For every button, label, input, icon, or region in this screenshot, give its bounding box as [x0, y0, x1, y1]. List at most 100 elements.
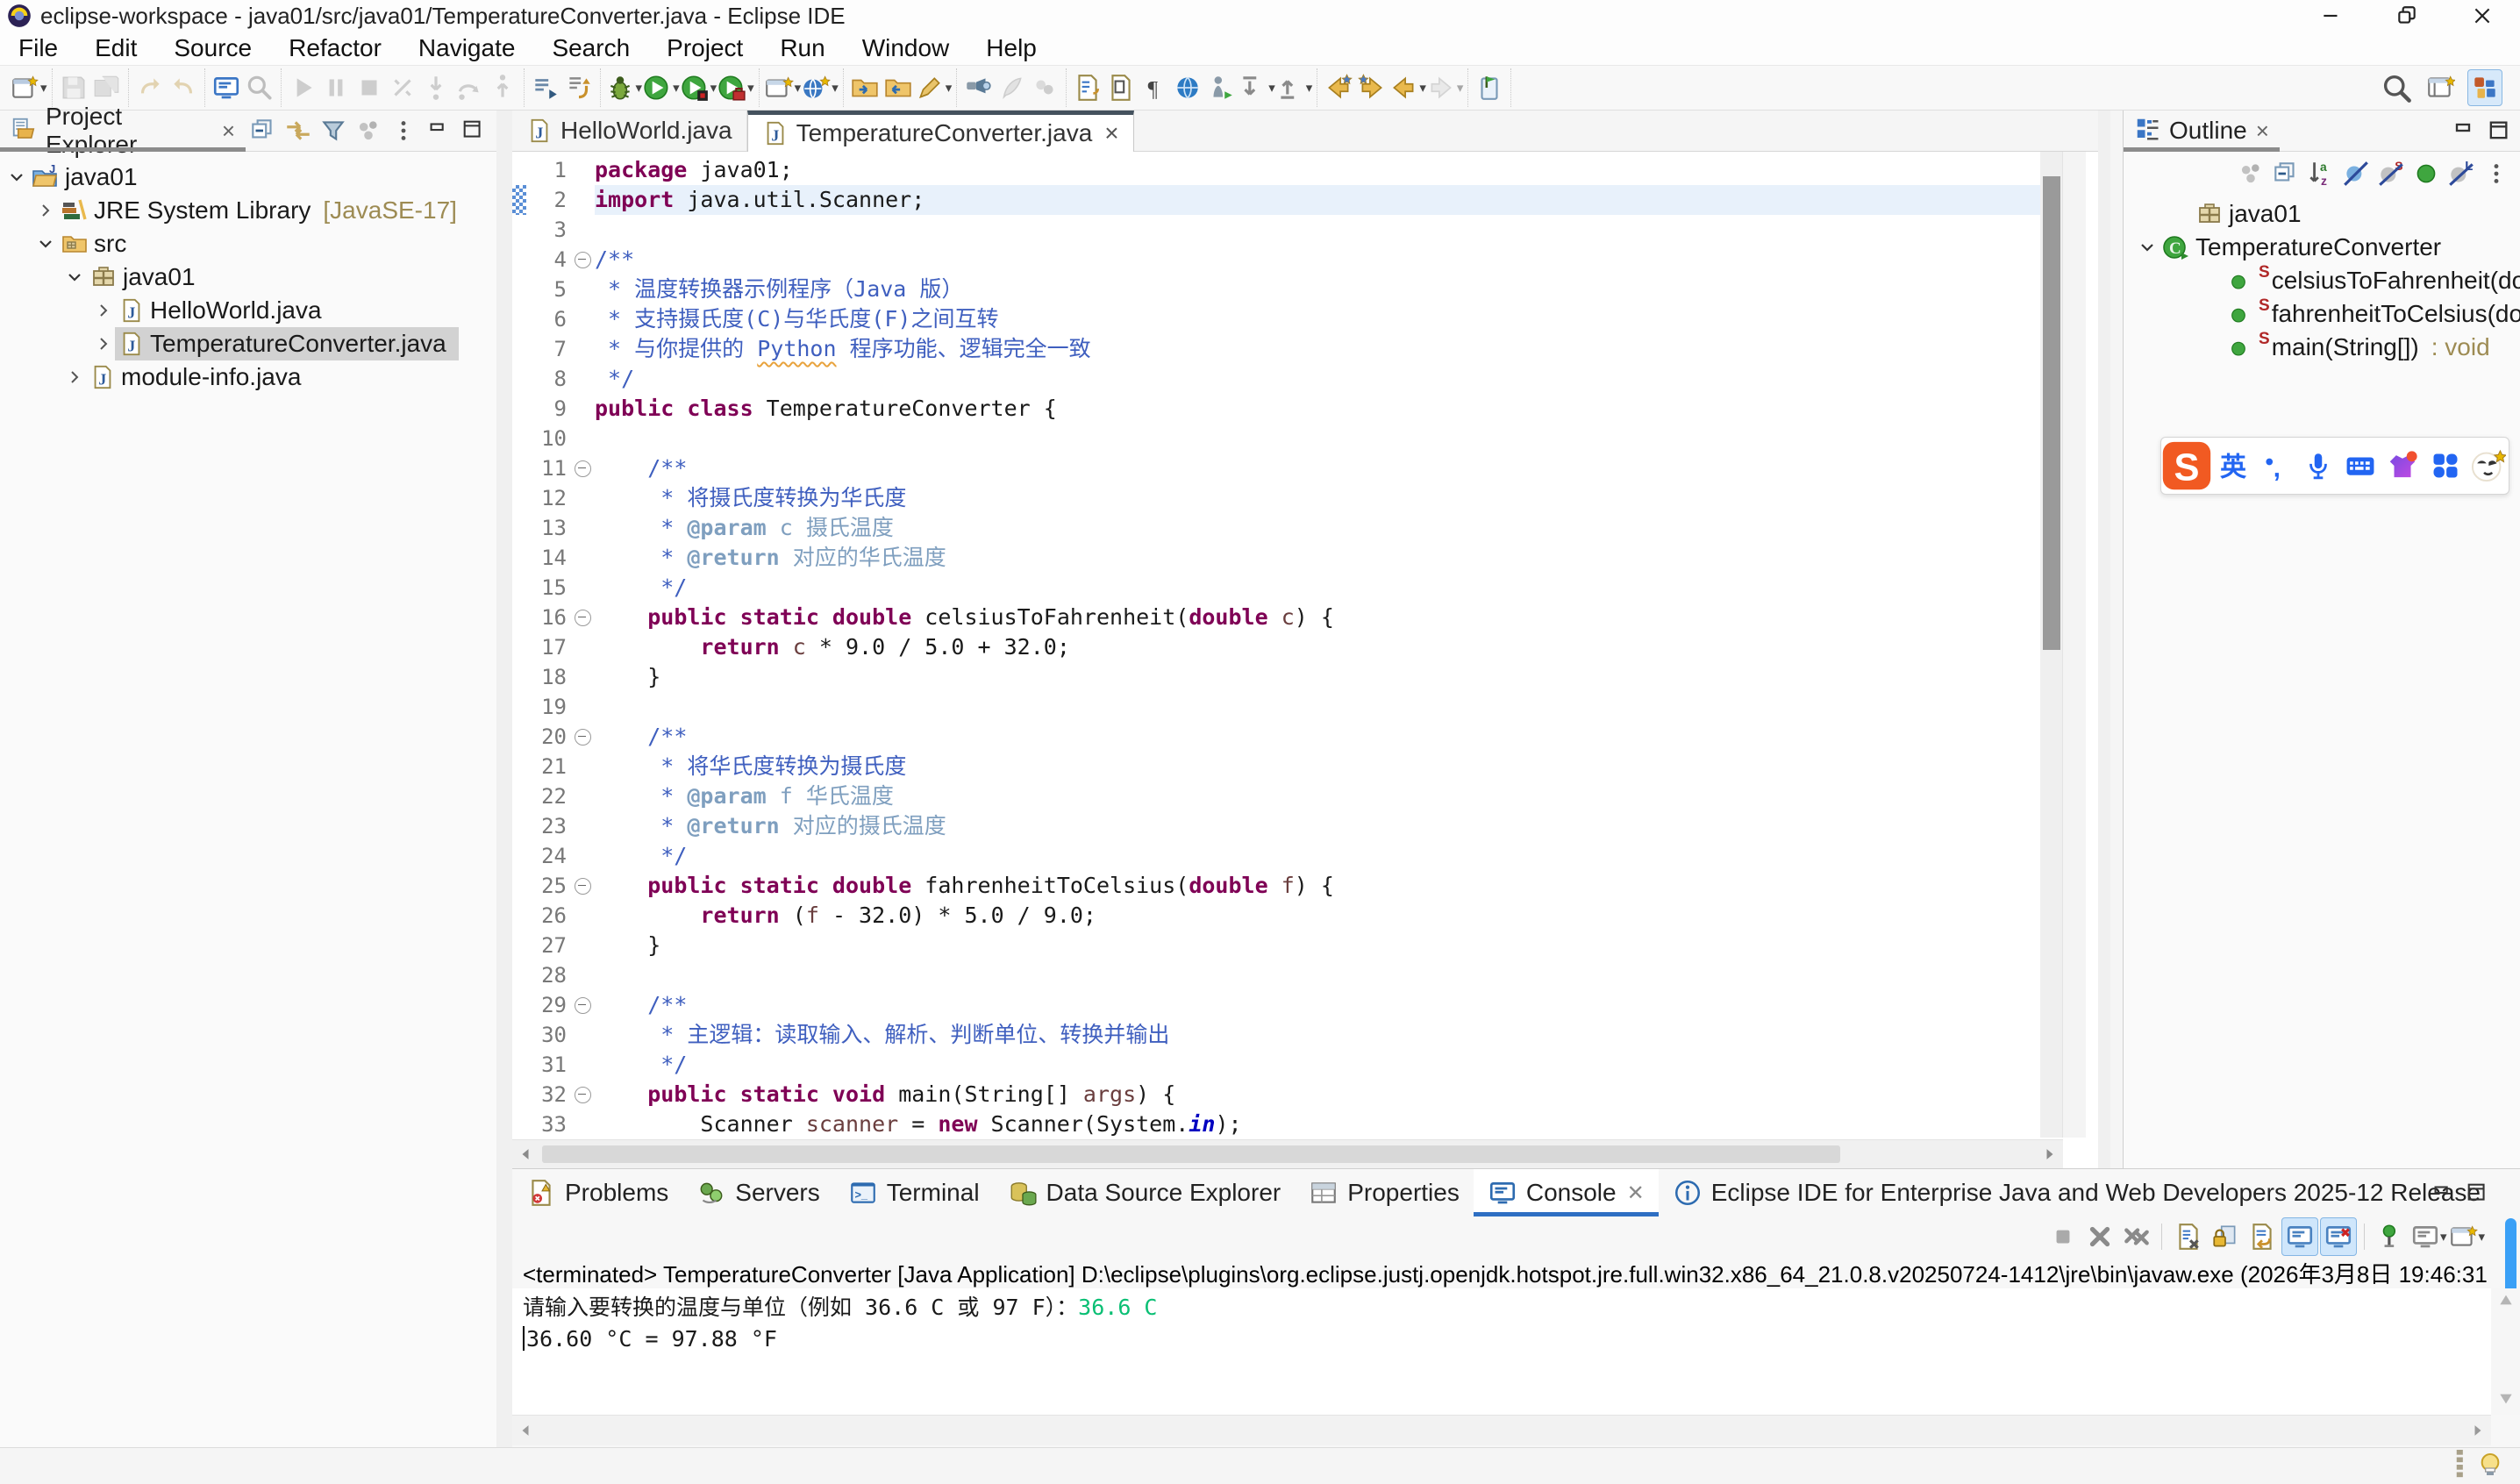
editor-tab-temperatureconverter-java[interactable]: JTemperatureConverter.java× [747, 111, 1134, 152]
info-banner[interactable]: Eclipse IDE for Enterprise Java and Web … [1659, 1169, 2495, 1216]
step-over-button[interactable] [453, 70, 486, 105]
maximize-view-icon[interactable] [2460, 1176, 2495, 1211]
maximize-view-icon[interactable] [2481, 113, 2516, 148]
chevron-right-icon[interactable] [92, 336, 115, 352]
fold-collapse-icon[interactable] [570, 453, 595, 483]
redo-button[interactable] [167, 70, 200, 105]
punctuation-icon[interactable]: , [2254, 450, 2296, 482]
tab-project-explorer[interactable]: Project Explorer × [0, 111, 246, 151]
sort-az-icon[interactable]: az [2303, 156, 2338, 191]
suspend-button[interactable] [319, 70, 353, 105]
save-all-button[interactable] [90, 70, 124, 105]
hide-non-public-icon[interactable] [2409, 156, 2444, 191]
clear-console-button[interactable] [2171, 1218, 2206, 1255]
search-magnifier-button[interactable] [2380, 70, 2413, 105]
tree-item-java01[interactable]: java01 [2124, 197, 2520, 231]
fold-collapse-icon[interactable] [570, 1080, 595, 1109]
tree-item-temperatureconverter-java[interactable]: JTemperatureConverter.java [0, 327, 496, 360]
external-tools-button[interactable]: ▾ [717, 70, 754, 105]
collapse-all-icon[interactable] [2268, 156, 2303, 191]
emoji-face-icon[interactable] [2466, 447, 2509, 484]
scroll-right-arrow[interactable] [2037, 1148, 2063, 1160]
editor-tab-helloworld-java[interactable]: JHelloWorld.java [512, 111, 747, 151]
fold-collapse-icon[interactable] [570, 990, 595, 1020]
tree-item-temperatureconverter[interactable]: CTemperatureConverter [2124, 231, 2520, 264]
notification-lightbulb-icon[interactable] [2476, 1450, 2504, 1484]
bottom-tab-servers[interactable]: Servers [682, 1169, 833, 1216]
scroll-down-arrow[interactable] [2499, 1393, 2513, 1409]
maximize-view-icon[interactable] [456, 113, 491, 148]
link-with-editor-icon[interactable] [281, 113, 316, 148]
export-folder-button[interactable] [882, 70, 915, 105]
run-button[interactable]: ▾ [642, 70, 680, 105]
search-torch-button[interactable] [961, 70, 995, 105]
hide-fields-icon[interactable] [2338, 156, 2374, 191]
tree-item-celsiustofahrenheit-double-[interactable]: ScelsiusToFahrenheit(double) [2124, 264, 2520, 297]
tree-item-java01[interactable]: Jjava01 [0, 161, 496, 194]
focus-dots-icon[interactable] [351, 113, 386, 148]
restore-button[interactable] [2369, 0, 2445, 32]
menu-project[interactable]: Project [648, 34, 761, 62]
scrollbar-thumb[interactable] [2043, 176, 2060, 650]
tree-item-module-info-java[interactable]: Jmodule-info.java [0, 360, 496, 394]
close-tab-icon[interactable]: ✕ [1627, 1181, 1645, 1206]
word-wrap-button[interactable] [2245, 1218, 2280, 1255]
chevron-right-icon[interactable] [92, 303, 115, 318]
filter-icon[interactable] [316, 113, 351, 148]
pin-console-button[interactable] [2374, 1218, 2409, 1255]
bottom-tab-console[interactable]: Console✕ [1474, 1169, 1659, 1216]
chevron-right-icon[interactable] [63, 369, 86, 385]
back-star-button[interactable] [1322, 70, 1355, 105]
scroll-left-arrow[interactable] [512, 1148, 539, 1160]
fold-collapse-icon[interactable] [570, 245, 595, 275]
new-wizard-button[interactable]: ▾ [10, 70, 47, 105]
bottom-tab-terminal[interactable]: >_Terminal [834, 1169, 994, 1216]
menu-edit[interactable]: Edit [76, 34, 155, 62]
microphone-icon[interactable] [2297, 451, 2339, 481]
remove-all-terminated-button[interactable] [2119, 1218, 2154, 1255]
launch-arrow-button[interactable] [562, 70, 596, 105]
console-vertical-scrollbar[interactable] [2492, 1288, 2520, 1415]
open-perspective-button[interactable] [2424, 70, 2457, 105]
fold-collapse-icon[interactable] [570, 603, 595, 632]
tree-item-java01[interactable]: java01 [0, 260, 496, 294]
bottom-tab-properties[interactable]: Properties [1295, 1169, 1474, 1216]
scroll-right-arrow[interactable] [2465, 1424, 2491, 1437]
english-mode-icon[interactable]: 英 [2212, 448, 2254, 483]
soft-keyboard-icon[interactable] [2339, 449, 2381, 482]
tree-item-fahrenheittocelsius-double-[interactable]: SfahrenheitToCelsius(double) [2124, 297, 2520, 331]
web-globe-button[interactable] [1171, 70, 1204, 105]
console-output[interactable]: 请输入要转换的温度与单位（例如 36.6 C 或 97 F）：36.6 C36.… [512, 1288, 2491, 1415]
menu-source[interactable]: Source [155, 34, 270, 62]
frame-doc-button[interactable] [1104, 70, 1138, 105]
tree-item-jre-system-library[interactable]: JRE System Library[JavaSE-17] [0, 194, 496, 227]
tab-outline[interactable]: Outline × [2124, 111, 2280, 151]
menu-window[interactable]: Window [844, 34, 968, 62]
tree-item-main-string-[interactable]: Smain(String[]): void [2124, 331, 2520, 364]
disconnect-button[interactable] [386, 70, 419, 105]
fold-collapse-icon[interactable] [570, 722, 595, 752]
scroll-left-arrow[interactable] [512, 1424, 539, 1437]
editor-outline-sash[interactable] [2098, 111, 2110, 1168]
bottom-tab-problems[interactable]: Problems [512, 1169, 682, 1216]
close-view-icon[interactable]: × [222, 118, 235, 145]
debug-button[interactable]: ▾ [605, 70, 643, 105]
editor-horizontal-scrollbar[interactable] [512, 1139, 2063, 1168]
new-launch-window-button[interactable]: ▾ [764, 70, 802, 105]
feather-button[interactable] [995, 70, 1028, 105]
collapse-all-icon[interactable] [246, 113, 281, 148]
undo-button[interactable] [133, 70, 167, 105]
tree-item-helloworld-java[interactable]: JHelloWorld.java [0, 294, 496, 327]
ime-toolbar[interactable]: S英, [2160, 437, 2509, 495]
person-run-button[interactable] [1204, 70, 1238, 105]
import-folder-button[interactable] [848, 70, 882, 105]
java-ee-perspective-button[interactable] [2467, 69, 2502, 106]
step-return-button[interactable] [486, 70, 519, 105]
console-horizontal-scrollbar[interactable] [512, 1415, 2491, 1445]
coverage-button[interactable]: ▾ [680, 70, 717, 105]
display-selected-console-button[interactable]: ▾ [2410, 1218, 2447, 1255]
back-gold-button[interactable]: ▾ [1388, 70, 1426, 105]
chevron-down-icon[interactable] [63, 269, 86, 285]
hide-static-icon[interactable]: S [2374, 156, 2409, 191]
link-flag-page-button[interactable] [1473, 70, 1506, 105]
